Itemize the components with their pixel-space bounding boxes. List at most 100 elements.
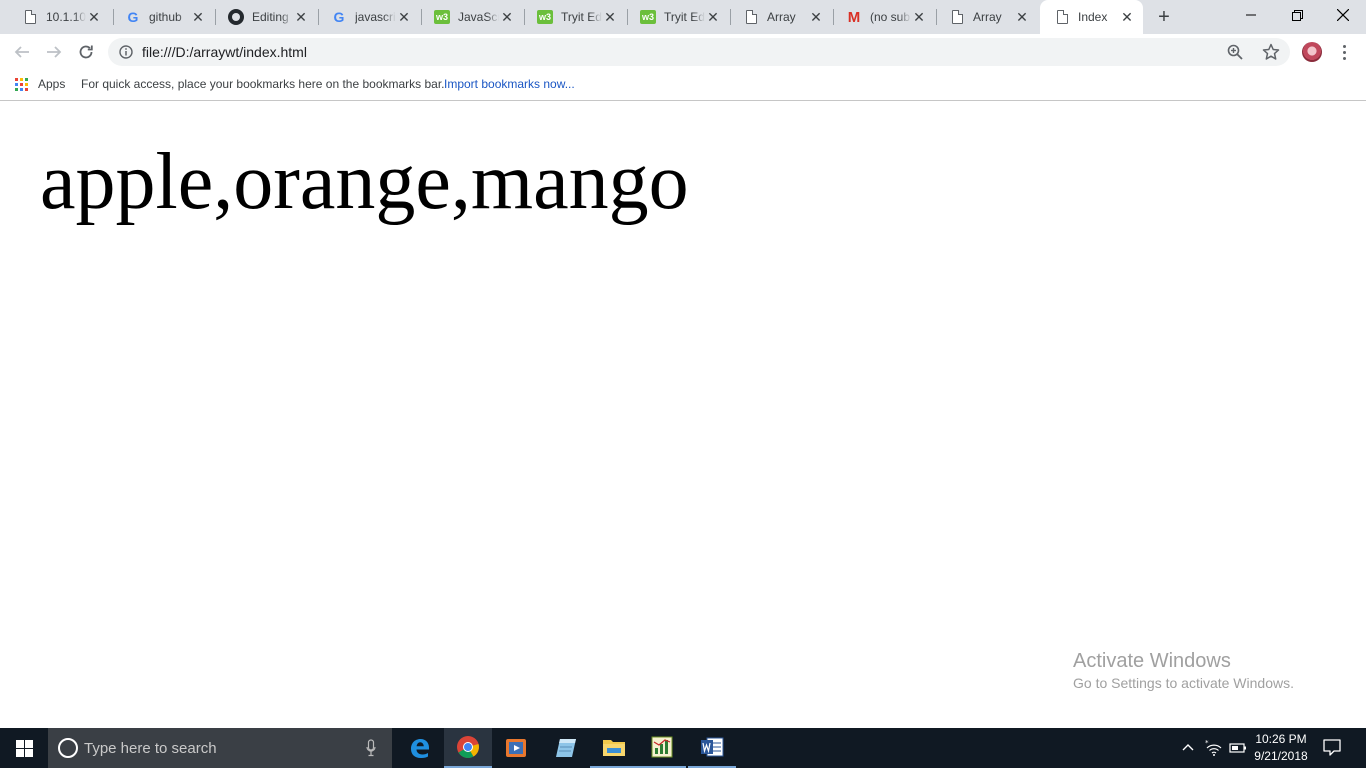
chrome-icon[interactable] [444, 728, 492, 768]
taskbar: Type here to search * 10:26 PM 9/21/2018 [0, 728, 1366, 768]
cortana-icon [58, 738, 78, 758]
tab-title: github [149, 10, 182, 24]
tab-close-icon[interactable]: ✕ [808, 9, 824, 25]
search-placeholder[interactable]: Type here to search [84, 740, 217, 757]
tab-close-icon[interactable]: ✕ [602, 9, 618, 25]
tab-title: Tryit Ed [664, 10, 705, 24]
tab-strip: 10.1.10 ✕ G github ✕ Editing ✕ G javascr… [0, 0, 1366, 34]
tab-close-icon[interactable]: ✕ [705, 9, 721, 25]
tab-active[interactable]: Index ✕ [1040, 0, 1143, 34]
menu-dot [1342, 44, 1346, 48]
close-icon [1337, 9, 1349, 21]
w3schools-icon: w3 [434, 10, 450, 24]
reload-icon [79, 45, 93, 59]
action-center-icon[interactable] [1322, 738, 1344, 758]
microphone-icon[interactable] [366, 739, 376, 757]
new-tab-button[interactable]: + [1152, 5, 1176, 29]
tab[interactable]: w3 Tryit Ed ✕ [626, 0, 729, 34]
doc-icon [22, 9, 38, 25]
back-button[interactable] [8, 38, 36, 66]
tab-close-icon[interactable]: ✕ [1014, 9, 1030, 25]
close-window-button[interactable] [1320, 0, 1366, 30]
tab[interactable]: w3 Tryit Ed ✕ [523, 0, 626, 34]
show-hidden-icons-chevron-icon[interactable] [1181, 740, 1197, 756]
zoom-icon[interactable] [1226, 43, 1244, 61]
tab-title: Index [1078, 10, 1108, 24]
tab-close-icon[interactable]: ✕ [86, 9, 102, 25]
browser-toolbar: file:///D:/arraywt/index.html [0, 34, 1366, 70]
tab-close-icon[interactable]: ✕ [499, 9, 515, 25]
watermark-title: Activate Windows [1073, 650, 1231, 672]
page-content: apple,orange,mango Activate Windows Go t… [0, 102, 1366, 728]
tab[interactable]: w3 JavaScr ✕ [420, 0, 523, 34]
apps-grid-icon[interactable] [15, 78, 28, 91]
reload-button[interactable] [72, 38, 100, 66]
spreadsheet-app-icon[interactable] [638, 728, 686, 768]
tab[interactable]: G github ✕ [111, 0, 214, 34]
google-icon: G [127, 9, 139, 25]
address-bar[interactable]: file:///D:/arraywt/index.html [108, 38, 1290, 66]
edge-icon[interactable] [396, 728, 444, 768]
notepad-icon[interactable] [542, 728, 590, 768]
media-player-icon[interactable] [492, 728, 540, 768]
tab-title: 10.1.10 [46, 10, 86, 24]
tab-title: JavaScr [458, 10, 499, 24]
back-arrow-icon [14, 46, 29, 58]
activate-windows-watermark: Activate Windows Go to Settings to activ… [1073, 650, 1294, 691]
tab-close-icon[interactable]: ✕ [293, 9, 309, 25]
doc-icon [743, 9, 759, 25]
address-url[interactable]: file:///D:/arraywt/index.html [142, 44, 307, 60]
tab-title: Array [973, 10, 1002, 24]
watermark-subtitle: Go to Settings to activate Windows. [1073, 675, 1294, 691]
tab[interactable]: Editing ✕ [214, 0, 317, 34]
clock-time: 10:26 PM [1255, 732, 1307, 746]
tab[interactable]: Array ✕ [729, 0, 832, 34]
start-button[interactable] [0, 728, 48, 768]
info-icon[interactable] [118, 44, 134, 60]
tab[interactable]: Array ✕ [935, 0, 1038, 34]
wifi-icon[interactable]: * [1205, 739, 1223, 757]
tab[interactable]: M (no sub ✕ [832, 0, 935, 34]
restore-icon [1291, 9, 1303, 21]
bookmark-star-icon[interactable] [1261, 42, 1281, 62]
profile-avatar[interactable] [1302, 42, 1322, 62]
bookmarks-bar: Apps For quick access, place your bookma… [0, 70, 1366, 101]
forward-button[interactable] [40, 38, 68, 66]
tab[interactable]: 10.1.10 ✕ [8, 0, 110, 34]
restore-button[interactable] [1274, 0, 1320, 30]
tab-close-icon[interactable]: ✕ [190, 9, 206, 25]
w3schools-icon: w3 [537, 10, 553, 24]
import-bookmarks-link[interactable]: Import bookmarks now... [444, 77, 575, 91]
clock-date: 9/21/2018 [1254, 749, 1308, 763]
tab-close-icon[interactable]: ✕ [396, 9, 412, 25]
gmail-icon: M [847, 8, 861, 26]
tab-title: Tryit Ed [561, 10, 602, 24]
taskbar-search[interactable]: Type here to search [48, 728, 392, 768]
apps-shortcut[interactable]: Apps [38, 77, 65, 91]
w3schools-icon: w3 [640, 10, 656, 24]
battery-icon[interactable] [1229, 741, 1247, 755]
menu-button[interactable] [1334, 42, 1354, 62]
windows-logo-icon [15, 739, 33, 757]
github-icon [228, 9, 244, 25]
menu-dot [1342, 56, 1346, 60]
forward-arrow-icon [47, 46, 62, 58]
svg-text:*: * [1205, 739, 1209, 747]
google-icon: G [333, 9, 345, 25]
minimize-icon [1246, 14, 1256, 16]
bookmarks-hint: For quick access, place your bookmarks h… [81, 77, 445, 91]
tab[interactable]: G javascri ✕ [317, 0, 420, 34]
tab-title: Array [767, 10, 796, 24]
tab-close-icon[interactable]: ✕ [911, 9, 927, 25]
tab-title: Editing [252, 10, 289, 24]
file-explorer-icon[interactable] [590, 728, 638, 768]
system-clock[interactable]: 10:26 PM 9/21/2018 [1252, 731, 1310, 765]
tab-title: javascri [355, 10, 396, 24]
word-icon[interactable] [688, 728, 736, 768]
tab-close-icon[interactable]: ✕ [1119, 9, 1135, 25]
menu-dot [1342, 50, 1346, 54]
doc-icon [1054, 9, 1070, 25]
minimize-button[interactable] [1228, 0, 1274, 30]
tab-title: (no sub [870, 10, 911, 24]
page-output-text: apple,orange,mango [40, 138, 689, 226]
